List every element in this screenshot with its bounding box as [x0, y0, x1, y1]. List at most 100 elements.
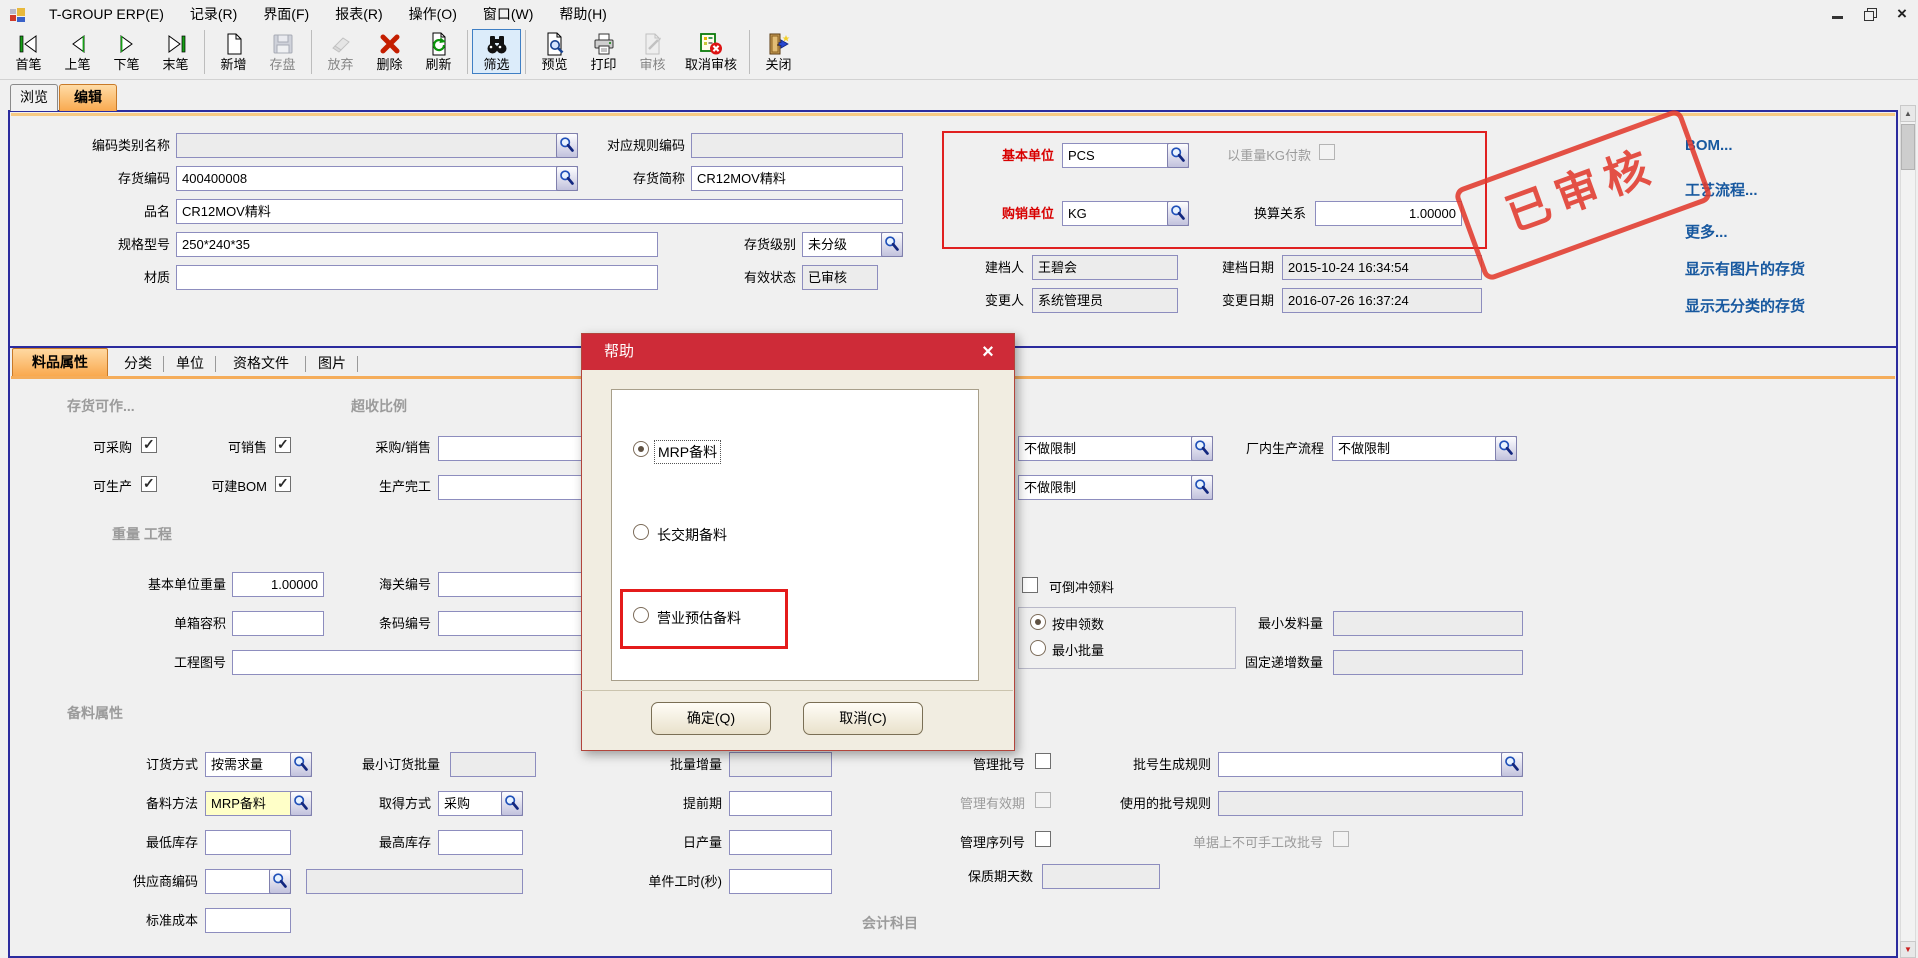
next-record-button[interactable]: 下笔 — [102, 29, 151, 74]
discard-button[interactable]: 放弃 — [316, 29, 365, 74]
menu-interface[interactable]: 界面(F) — [250, 0, 322, 28]
manage-batch-checkbox[interactable] — [1035, 753, 1051, 769]
batch-rule-input[interactable] — [1218, 752, 1523, 777]
cancel-button[interactable]: 取消(C) — [803, 702, 923, 735]
min-issue-label: 最小发料量 — [1235, 615, 1323, 632]
inventory-code-input[interactable]: 400400008 — [176, 166, 578, 191]
can-sell-checkbox[interactable] — [275, 437, 291, 453]
min-order-input[interactable] — [450, 752, 536, 777]
close-window-icon[interactable]: × — [1894, 6, 1910, 22]
manage-serial-checkbox[interactable] — [1035, 831, 1051, 847]
spec-input[interactable]: 250*240*35 — [176, 232, 658, 257]
by-min-batch-radio[interactable] — [1030, 640, 1046, 656]
barcode-input[interactable] — [438, 611, 584, 636]
menu-tgroup-erp[interactable]: T-GROUP ERP(E) — [36, 2, 177, 26]
menu-operation[interactable]: 操作(O) — [396, 0, 470, 28]
filter-button[interactable]: 筛选 — [472, 29, 521, 74]
fixed-increment-input[interactable] — [1333, 650, 1523, 675]
unit-hours-input[interactable] — [729, 869, 832, 894]
subtab-item-attributes[interactable]: 料品属性 — [12, 348, 108, 376]
last-record-button[interactable]: 末笔 — [151, 29, 200, 74]
mrp-backup-option-label[interactable]: MRP备料 — [655, 441, 720, 463]
rule-code-input[interactable] — [691, 133, 903, 158]
backflush-checkbox[interactable] — [1022, 577, 1038, 593]
batch-increment-label: 批量增量 — [642, 756, 722, 773]
subtab-unit[interactable]: 单位 — [168, 350, 212, 376]
code-category-input[interactable] — [176, 133, 578, 158]
menu-help[interactable]: 帮助(H) — [546, 0, 619, 28]
backup-method-lookup-button[interactable] — [290, 791, 312, 816]
mrp-backup-radio[interactable] — [633, 441, 649, 457]
ok-button[interactable]: 确定(Q) — [651, 702, 771, 735]
print-button[interactable]: 打印 — [579, 29, 628, 74]
min-issue-input[interactable] — [1333, 611, 1523, 636]
dialog-close-icon[interactable]: × — [976, 340, 1000, 364]
long-leadtime-radio[interactable] — [633, 524, 649, 540]
audit-button[interactable]: 审核 — [628, 29, 677, 74]
limit1-lookup-button[interactable] — [1191, 436, 1213, 461]
production-done-input[interactable] — [438, 475, 584, 500]
batch-increment-input[interactable] — [729, 752, 832, 777]
by-applied-radio[interactable] — [1030, 614, 1046, 630]
max-stock-input[interactable] — [438, 830, 523, 855]
material-input[interactable] — [176, 265, 658, 290]
close-button[interactable]: 关闭 — [754, 29, 803, 74]
daily-output-input[interactable] — [729, 830, 832, 855]
save-button[interactable]: 存盘 — [258, 29, 307, 74]
restore-icon[interactable] — [1862, 6, 1878, 22]
can-bom-checkbox[interactable] — [275, 476, 291, 492]
tab-edit[interactable]: 编辑 — [59, 84, 117, 111]
base-weight-input[interactable]: 1.00000 — [232, 572, 324, 597]
min-stock-input[interactable] — [205, 830, 291, 855]
used-batch-rule-input[interactable] — [1218, 791, 1523, 816]
obtain-mode-lookup-button[interactable] — [501, 791, 523, 816]
no-manual-batch-checkbox[interactable] — [1333, 831, 1349, 847]
scrollbar-thumb[interactable] — [1901, 124, 1915, 170]
prev-record-button[interactable]: 上笔 — [53, 29, 102, 74]
delete-button[interactable]: 删除 — [365, 29, 414, 74]
buy-sell-ratio-input[interactable] — [438, 436, 584, 461]
long-leadtime-option-label[interactable]: 长交期备料 — [657, 525, 727, 545]
supplier-code-lookup-button[interactable] — [269, 869, 291, 894]
order-mode-lookup-button[interactable] — [290, 752, 312, 777]
batch-rule-lookup-button[interactable] — [1501, 752, 1523, 777]
shelf-days-input[interactable] — [1042, 864, 1160, 889]
tab-browse[interactable]: 浏览 — [10, 84, 58, 111]
can-buy-checkbox[interactable] — [141, 437, 157, 453]
cancel-audit-button[interactable]: 取消审核 — [677, 29, 745, 74]
menu-report[interactable]: 报表(R) — [322, 0, 395, 28]
preview-button[interactable]: 预览 — [530, 29, 579, 74]
inventory-level-lookup-button[interactable] — [881, 232, 903, 257]
link-show-unclassified[interactable]: 显示无分类的存货 — [1685, 295, 1805, 316]
code-category-lookup-button[interactable] — [556, 133, 578, 158]
subtab-qualification[interactable]: 资格文件 — [220, 350, 302, 376]
refresh-button[interactable]: 刷新 — [414, 29, 463, 74]
scroll-up-icon[interactable] — [1900, 105, 1916, 122]
inventory-abbr-input[interactable]: CR12MOV精料 — [691, 166, 903, 191]
subtab-classification[interactable]: 分类 — [116, 350, 160, 376]
factory-flow-dropdown[interactable]: 不做限制 — [1332, 436, 1517, 461]
vertical-scrollbar[interactable] — [1900, 105, 1916, 958]
limit2-dropdown[interactable]: 不做限制 — [1018, 475, 1213, 500]
limit1-dropdown[interactable]: 不做限制 — [1018, 436, 1213, 461]
first-record-button[interactable]: 首笔 — [4, 29, 53, 74]
manage-expiry-checkbox[interactable] — [1035, 792, 1051, 808]
customs-code-input[interactable] — [438, 572, 584, 597]
drawing-no-input[interactable] — [232, 650, 584, 675]
new-button[interactable]: 新增 — [209, 29, 258, 74]
scroll-down-icon[interactable] — [1900, 941, 1916, 958]
factory-flow-lookup-button[interactable] — [1495, 436, 1517, 461]
limit2-lookup-button[interactable] — [1191, 475, 1213, 500]
link-show-with-images[interactable]: 显示有图片的存货 — [1685, 258, 1805, 279]
minimize-icon[interactable] — [1830, 6, 1846, 22]
menu-record[interactable]: 记录(R) — [177, 0, 250, 28]
std-cost-input[interactable] — [205, 908, 291, 933]
can-make-checkbox[interactable] — [141, 476, 157, 492]
inventory-code-lookup-button[interactable] — [556, 166, 578, 191]
lead-time-input[interactable] — [729, 791, 832, 816]
link-more[interactable]: 更多... — [1685, 221, 1728, 242]
product-name-input[interactable]: CR12MOV精料 — [176, 199, 903, 224]
subtab-picture[interactable]: 图片 — [310, 350, 354, 376]
menu-window[interactable]: 窗口(W) — [470, 0, 547, 28]
box-volume-input[interactable] — [232, 611, 324, 636]
